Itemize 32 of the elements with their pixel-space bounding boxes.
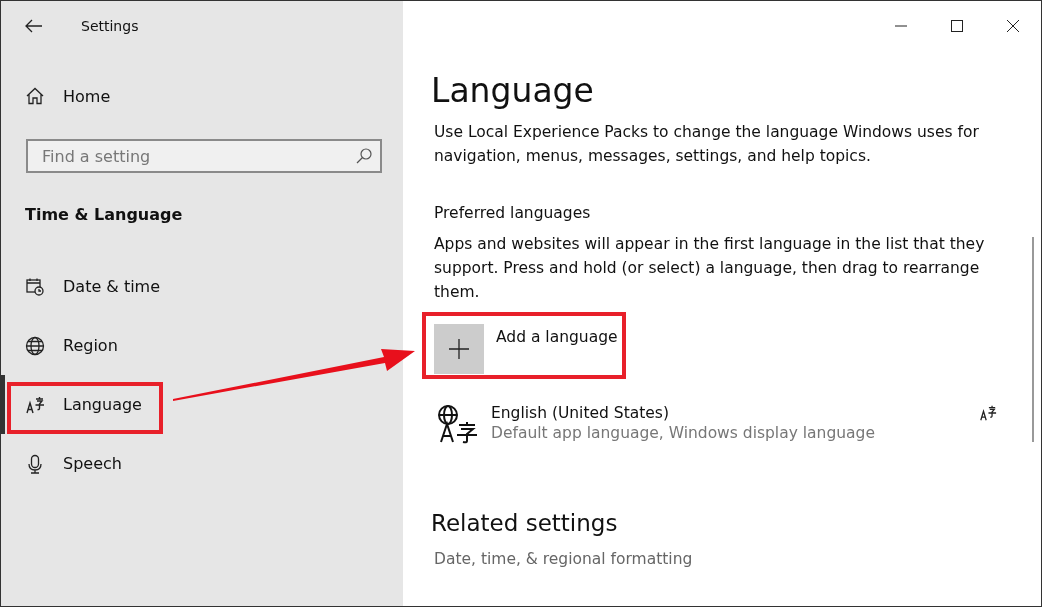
- search-field[interactable]: Find a setting: [26, 139, 382, 173]
- home-label: Home: [63, 86, 111, 106]
- language-detail: Default app language, Windows display language: [491, 424, 876, 442]
- sidebar-nav-item[interactable]: Speech: [1, 434, 403, 493]
- sidebar-nav-item[interactable]: Region: [1, 316, 403, 375]
- language-icon: [979, 404, 997, 422]
- language-icon: [25, 394, 45, 415]
- language-name: English (United States): [491, 404, 670, 422]
- add-language-button[interactable]: [434, 324, 484, 374]
- section-heading: Related settings: [431, 510, 619, 536]
- description-text: Apps and websites will appear in the first language in the list that they support. Press and hold (or select) a language, then drag to rearrange them.: [434, 234, 986, 303]
- globe-language-icon: [437, 404, 479, 444]
- section-heading: Time & Language: [24, 204, 184, 226]
- close-icon: [1007, 20, 1019, 32]
- globe-icon: [25, 335, 45, 356]
- sidebar-nav-item[interactable]: Date & time: [1, 257, 403, 316]
- calendar-clock-icon: [25, 276, 45, 297]
- search-icon: [356, 148, 372, 164]
- microphone-icon: [25, 453, 45, 474]
- page-title: Language: [431, 71, 595, 110]
- home-icon: [25, 86, 45, 106]
- back-arrow-icon[interactable]: [25, 19, 43, 33]
- minimize-icon: [895, 25, 907, 27]
- plus-icon: [449, 339, 469, 359]
- sidebar-nav-item[interactable]: Language: [1, 375, 403, 434]
- add-language-label[interactable]: Add a language: [496, 328, 618, 346]
- settings-link[interactable]: Date, time, & regional formatting: [434, 550, 693, 568]
- section-heading: Preferred languages: [434, 204, 592, 222]
- maximize-icon: [951, 20, 963, 32]
- window-title: Settings: [81, 18, 139, 34]
- home-nav-item[interactable]: Home: [1, 67, 403, 125]
- intro-text: Use Local Experience Packs to change the language Windows uses for navigation, menus, messages, settings, and help topics.: [434, 122, 980, 167]
